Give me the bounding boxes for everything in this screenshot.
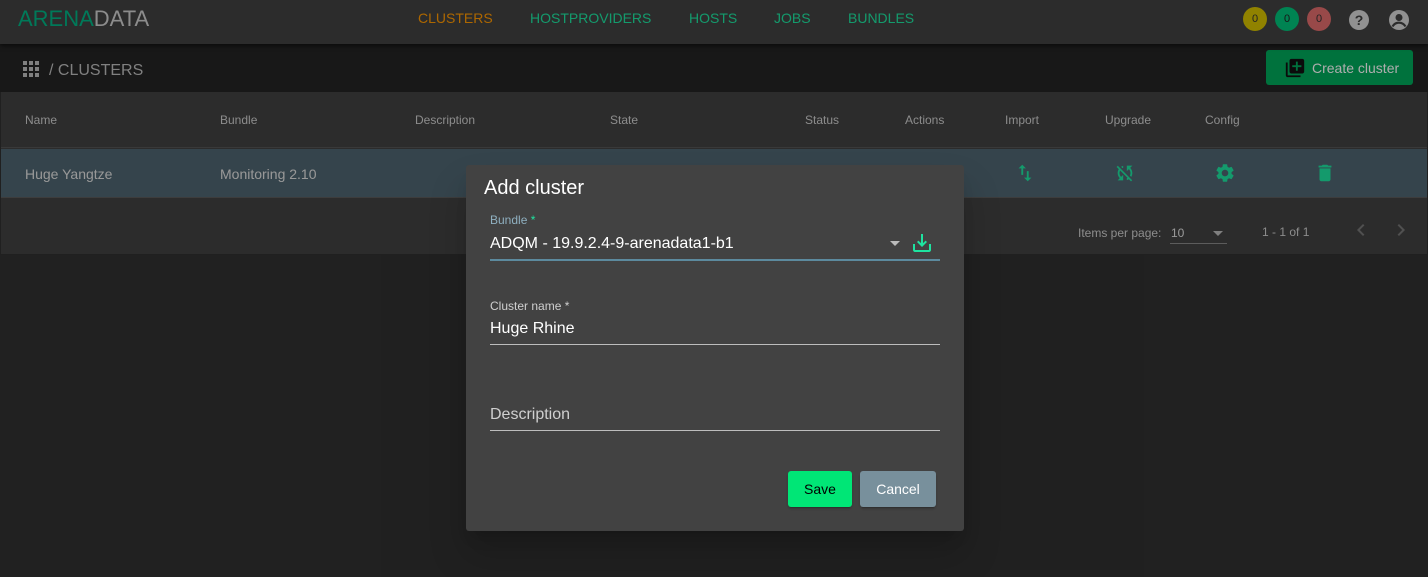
dialog-title: Add cluster [484, 177, 585, 199]
bundle-label: Bundle * [490, 213, 535, 227]
cancel-button[interactable]: Cancel [860, 471, 936, 507]
bundle-underline [490, 259, 940, 261]
description-field[interactable]: Description [490, 405, 940, 431]
description-underline [490, 430, 940, 431]
required-marker: * [527, 213, 536, 227]
save-button[interactable]: Save [788, 471, 852, 507]
cluster-name-label: Cluster name * [490, 299, 570, 313]
cluster-name-input[interactable]: Huge Rhine [490, 320, 575, 338]
upload-bundle-icon[interactable] [910, 231, 934, 255]
cluster-name-field[interactable]: Cluster name * Huge Rhine [490, 299, 940, 345]
add-cluster-dialog: Add cluster Bundle * ADQM - 19.9.2.4-9-a… [466, 165, 964, 531]
bundle-select-value[interactable]: ADQM - 19.9.2.4-9-arenadata1-b1 [490, 235, 734, 253]
bundle-dropdown-arrow-icon[interactable] [890, 241, 900, 246]
bundle-label-text: Bundle [490, 213, 528, 227]
description-input-placeholder[interactable]: Description [490, 406, 570, 424]
cluster-name-underline [490, 344, 940, 345]
bundle-field[interactable]: Bundle * ADQM - 19.9.2.4-9-arenadata1-b1 [490, 213, 940, 261]
